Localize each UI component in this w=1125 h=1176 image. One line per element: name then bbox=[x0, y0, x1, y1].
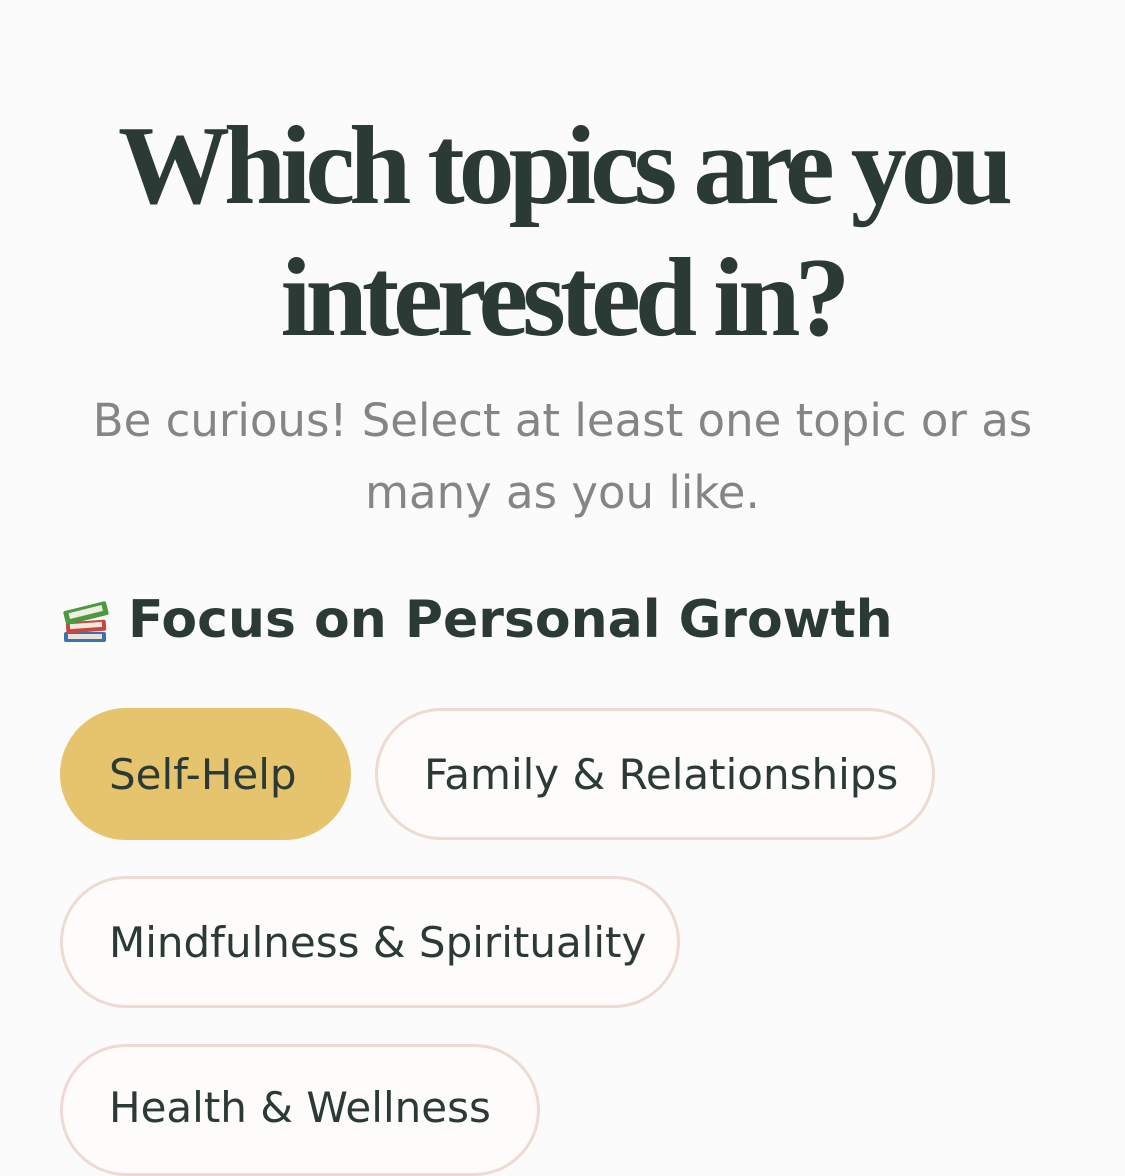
topic-chip-label: Family & Relationships bbox=[424, 749, 899, 799]
page-subtitle: Be curious! Select at least one topic or… bbox=[92, 394, 1033, 519]
section-heading-label: Focus on Personal Growth bbox=[128, 590, 893, 650]
topic-chip-family-relationships[interactable]: Family & Relationships bbox=[375, 708, 935, 840]
page-title-line-2: interested in? bbox=[280, 236, 850, 360]
topic-chip-mindfulness-spirituality[interactable]: Mindfulness & Spirituality bbox=[60, 876, 680, 1008]
topic-chip-health-wellness[interactable]: Health & Wellness bbox=[60, 1044, 540, 1176]
topic-chip-label: Self-Help bbox=[109, 749, 297, 799]
topic-chip-self-help[interactable]: Self-Help bbox=[60, 708, 351, 840]
page-title-line-1: Which topics are you bbox=[117, 104, 1013, 228]
books-icon bbox=[60, 594, 112, 646]
section-heading-personal-growth: Focus on Personal Growth bbox=[60, 584, 893, 656]
page-title: Which topics are you interested in? bbox=[0, 100, 1125, 364]
topic-chip-label: Mindfulness & Spirituality bbox=[109, 917, 647, 967]
